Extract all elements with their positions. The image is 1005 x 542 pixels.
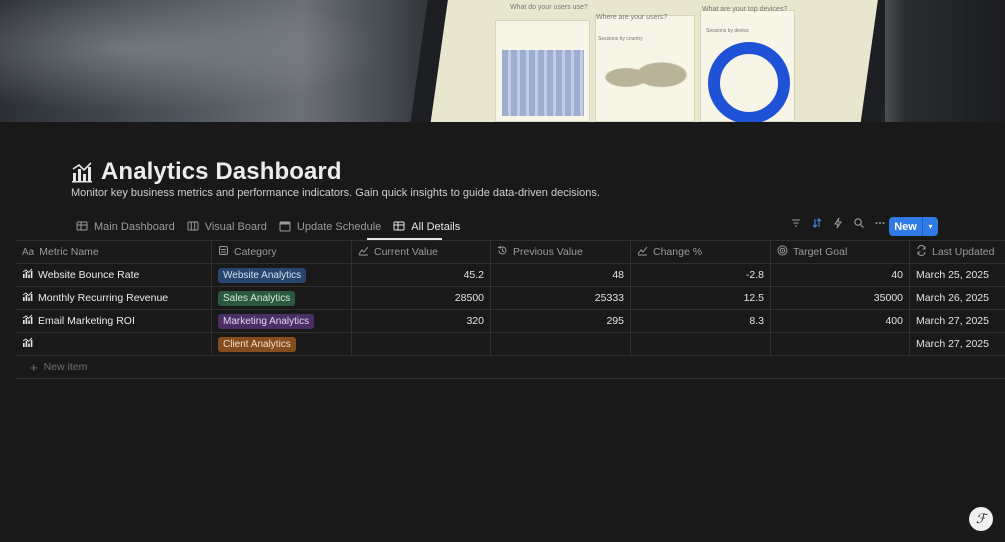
category-cell[interactable]: Website Analytics xyxy=(212,264,352,286)
change-cell[interactable]: -2.8 xyxy=(631,264,771,286)
category-tag: Website Analytics xyxy=(218,267,307,283)
plus-icon: + xyxy=(30,359,38,375)
chevron-down-icon[interactable]: ▾ xyxy=(922,217,938,236)
target-icon xyxy=(777,245,788,259)
tab-all-details[interactable]: All Details xyxy=(387,216,466,238)
page-description: Monitor key business metrics and perform… xyxy=(71,187,600,199)
chart-icon xyxy=(22,268,33,282)
category-tag: Client Analytics xyxy=(218,336,296,352)
metric-name-cell[interactable]: Email Marketing ROI xyxy=(16,310,212,332)
last-updated-cell[interactable]: March 27, 2025 xyxy=(910,310,1005,332)
column-header-previous-value[interactable]: Previous Value xyxy=(491,241,631,263)
change-cell[interactable] xyxy=(631,333,771,355)
chart-icon xyxy=(22,291,33,305)
history-icon xyxy=(497,245,508,259)
target-goal-cell[interactable] xyxy=(771,333,910,355)
help-button[interactable]: ℱ xyxy=(969,507,993,531)
chart-icon xyxy=(22,337,33,351)
last-updated-cell[interactable]: March 26, 2025 xyxy=(910,287,1005,309)
category-cell[interactable]: Marketing Analytics xyxy=(212,310,352,332)
table-header: Aa Metric Name Category Current Value Pr… xyxy=(16,241,1005,264)
select-icon xyxy=(218,245,229,259)
category-cell[interactable]: Client Analytics xyxy=(212,333,352,355)
page-title: Analytics Dashboard xyxy=(101,158,342,185)
previous-value-cell[interactable] xyxy=(491,333,631,355)
column-header-change[interactable]: Change % xyxy=(631,241,771,263)
view-toolbar xyxy=(790,217,886,229)
change-cell[interactable]: 8.3 xyxy=(631,310,771,332)
new-button-label[interactable]: New xyxy=(889,217,922,236)
help-icon: ℱ xyxy=(975,511,987,527)
new-item-button[interactable]: + New item xyxy=(16,356,1005,379)
search-icon[interactable] xyxy=(853,217,865,229)
filter-icon[interactable] xyxy=(790,217,802,229)
category-tag: Marketing Analytics xyxy=(218,313,315,329)
previous-value-cell[interactable]: 25333 xyxy=(491,287,631,309)
tab-update-schedule[interactable]: Update Schedule xyxy=(273,216,387,238)
metric-name-cell[interactable]: Monthly Recurring Revenue xyxy=(16,287,212,309)
last-updated-cell[interactable]: March 25, 2025 xyxy=(910,264,1005,286)
table-icon xyxy=(393,220,405,235)
refresh-icon xyxy=(916,245,927,259)
tab-visual-board[interactable]: Visual Board xyxy=(181,216,273,238)
metric-name-cell[interactable] xyxy=(16,333,212,355)
column-header-category[interactable]: Category xyxy=(212,241,352,263)
category-cell[interactable]: Sales Analytics xyxy=(212,287,352,309)
sort-icon[interactable] xyxy=(811,217,823,229)
text-icon: Aa xyxy=(22,246,35,258)
previous-value-cell[interactable]: 295 xyxy=(491,310,631,332)
database-table: Aa Metric Name Category Current Value Pr… xyxy=(16,241,1005,379)
trend-icon xyxy=(358,245,369,259)
chart-icon xyxy=(22,314,33,328)
previous-value-cell[interactable]: 48 xyxy=(491,264,631,286)
category-tag: Sales Analytics xyxy=(218,290,296,306)
table-icon xyxy=(76,220,88,235)
table-row[interactable]: Client Analytics March 27, 2025 xyxy=(16,333,1005,356)
trend-icon xyxy=(637,245,648,259)
calendar-icon xyxy=(279,220,291,235)
board-icon xyxy=(187,220,199,235)
last-updated-cell[interactable]: March 27, 2025 xyxy=(910,333,1005,355)
new-button[interactable]: New ▾ xyxy=(889,217,938,236)
automation-icon[interactable] xyxy=(832,217,844,229)
change-cell[interactable]: 12.5 xyxy=(631,287,771,309)
more-icon[interactable] xyxy=(874,217,886,229)
chart-icon xyxy=(71,161,93,183)
column-header-metric-name[interactable]: Aa Metric Name xyxy=(16,241,212,263)
target-goal-cell[interactable]: 40 xyxy=(771,264,910,286)
table-row[interactable]: Website Bounce Rate Website Analytics 45… xyxy=(16,264,1005,287)
current-value-cell[interactable]: 320 xyxy=(352,310,491,332)
view-tabs: Main Dashboard Visual Board Update Sched… xyxy=(70,216,466,238)
target-goal-cell[interactable]: 35000 xyxy=(771,287,910,309)
tab-main-dashboard[interactable]: Main Dashboard xyxy=(70,216,181,238)
current-value-cell[interactable] xyxy=(352,333,491,355)
page-header: Analytics Dashboard xyxy=(71,158,342,186)
column-header-current-value[interactable]: Current Value xyxy=(352,241,491,263)
table-row[interactable]: Email Marketing ROI Marketing Analytics … xyxy=(16,310,1005,333)
current-value-cell[interactable]: 45.2 xyxy=(352,264,491,286)
column-header-last-updated[interactable]: Last Updated xyxy=(910,241,1005,263)
cover-image: What do your users use? Where are your u… xyxy=(0,0,1005,122)
table-row[interactable]: Monthly Recurring Revenue Sales Analytic… xyxy=(16,287,1005,310)
column-header-target-goal[interactable]: Target Goal xyxy=(771,241,910,263)
target-goal-cell[interactable]: 400 xyxy=(771,310,910,332)
current-value-cell[interactable]: 28500 xyxy=(352,287,491,309)
metric-name-cell[interactable]: Website Bounce Rate xyxy=(16,264,212,286)
